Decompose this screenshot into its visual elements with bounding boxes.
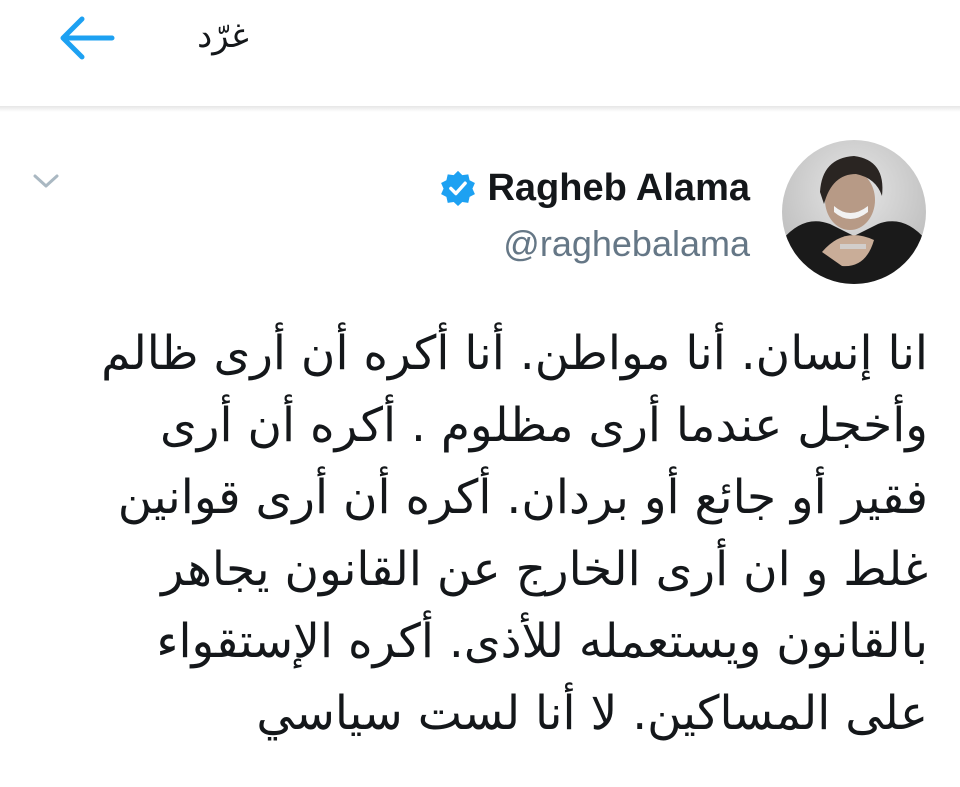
author-handle[interactable]: @raghebalama (503, 220, 750, 268)
tweet-text-line: وأخجل عندما أرى مظلوم . أكره أن أرى (160, 398, 928, 453)
author-name-row[interactable]: Ragheb Alama (439, 164, 750, 212)
page-title: غرّد (197, 16, 249, 56)
tweet-text-line: فقير أو جائع أو بردان. أكره أن أرى قواني… (117, 470, 928, 525)
avatar[interactable] (782, 140, 926, 284)
chevron-down-icon (33, 174, 59, 188)
top-bar: غرّد (0, 0, 960, 108)
back-button[interactable] (52, 10, 120, 66)
tweet-text: انا إنسان. أنا مواطن. أنا أكره أن أرى ظا… (30, 318, 928, 750)
tweet-text-line: على المساكين. لا أنا لست سياسي (256, 686, 928, 741)
tweet-text-line: غلط و ان أرى الخارج عن القانون يجاهر (161, 542, 928, 597)
tweet-text-line: انا إنسان. أنا مواطن. أنا أكره أن أرى ظا… (101, 326, 928, 381)
arrow-left-icon (60, 16, 115, 60)
tweet-text-line: بالقانون ويستعمله للأذى. أكره الإستقواء (156, 614, 928, 669)
verified-badge-icon (441, 170, 476, 207)
tweet-options-button[interactable] (26, 164, 66, 198)
header-divider (0, 106, 960, 112)
author-display-name: Ragheb Alama (487, 167, 750, 209)
avatar-photo (782, 140, 926, 284)
